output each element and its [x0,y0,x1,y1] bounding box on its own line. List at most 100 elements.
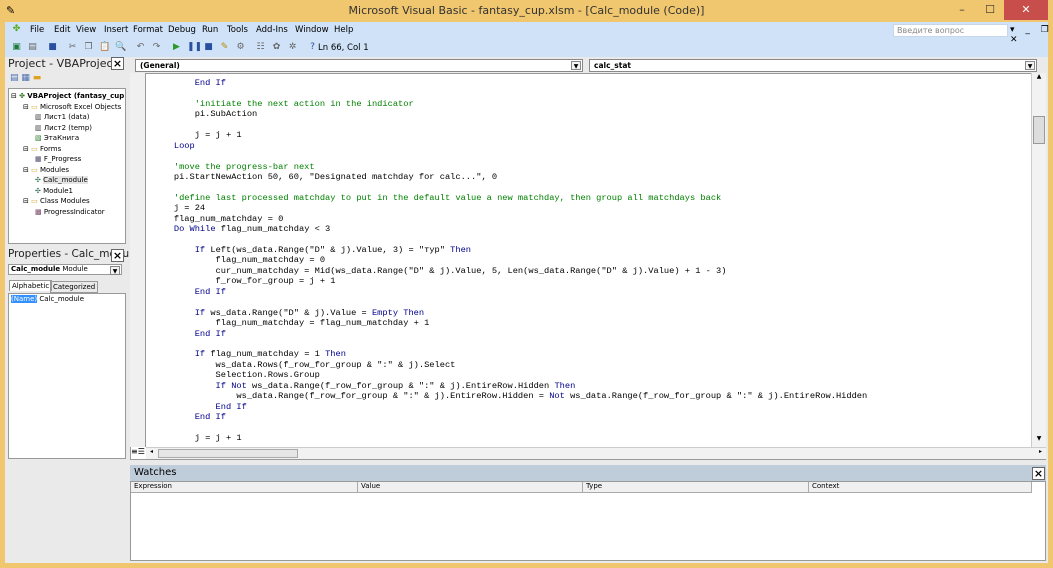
tab-alphabetic[interactable]: Alphabetic [9,280,53,291]
properties-object-select[interactable]: Calc_module Module ▼ [8,264,122,275]
menu-tools[interactable]: Tools [227,25,248,35]
menu-edit[interactable]: Edit [54,25,70,35]
property-value[interactable]: Calc_module [39,295,84,303]
code-line[interactable] [153,339,867,349]
redo-icon[interactable]: ↷ [151,42,162,53]
code-line[interactable]: If Not ws_data.Range(f_row_for_group & "… [153,381,867,391]
scroll-up-icon[interactable]: ▲ [1032,73,1046,85]
mdi-window-controls[interactable]: ▾ _ ❐ ✕ [1010,25,1053,45]
menu-window[interactable]: Window [295,25,329,35]
scroll-left-icon[interactable]: ◂ [150,448,153,455]
tree-item[interactable]: ▥ Лист2 (temp) [35,124,92,132]
code-line[interactable]: End If [153,412,867,422]
code-line[interactable]: ws_data.Range(f_row_for_group & ":" & j)… [153,391,867,401]
margin-indicator-bar[interactable] [130,73,146,447]
properties-close-icon[interactable]: × [111,249,124,262]
tree-item[interactable]: ⊟ ▭ Microsoft Excel Objects [23,103,121,111]
code-line[interactable]: 'initiate the next action in the indicat… [153,99,867,109]
menu-insert[interactable]: Insert [104,25,128,35]
column-context[interactable]: Context [809,482,1032,493]
menu-help[interactable]: Help [334,25,353,35]
code-line[interactable]: ws_data.Rows(f_row_for_group & ":" & j).… [153,360,867,370]
code-line[interactable] [153,88,867,98]
toolbox-icon[interactable]: ✲ [287,42,298,53]
project-explorer-icon[interactable]: ⚙ [235,42,246,53]
view-code-icon[interactable]: ▤ [10,73,19,83]
chevron-down-icon[interactable]: ▼ [1025,61,1035,70]
code-line[interactable]: pi.SubAction [153,109,867,119]
menu-debug[interactable]: Debug [168,25,196,35]
tree-item[interactable]: ✣ Calc_module [35,176,88,184]
tree-item[interactable]: ⊟ ✤ VBAProject (fantasy_cup [11,92,124,100]
scroll-down-icon[interactable]: ▼ [1032,435,1046,447]
code-line[interactable]: f_row_for_group = j + 1 [153,276,867,286]
cut-icon[interactable]: ✂ [67,42,78,53]
code-line[interactable]: 'move the progress-bar next [153,162,867,172]
property-row[interactable]: (Name) Calc_module [9,294,125,304]
paste-icon[interactable]: 📋 [99,42,110,53]
procedure-view-icon[interactable]: ≡ [131,447,138,456]
code-editor[interactable]: End If 'initiate the next action in the … [153,78,867,443]
code-line[interactable]: 'define last processed matchday to put i… [153,193,867,203]
ask-question-input[interactable]: Введите вопрос [893,24,1008,37]
collapse-icon[interactable]: ⊟ [23,103,31,111]
code-line[interactable]: End If [153,287,867,297]
tree-item[interactable]: ⊟ ▭ Class Modules [23,197,90,205]
undo-icon[interactable]: ↶ [135,42,146,53]
code-line[interactable]: j = j + 1 [153,433,867,443]
full-module-view-icon[interactable]: ☰ [138,447,145,456]
tree-item[interactable]: ▩ ProgressIndicator [35,208,105,216]
code-line[interactable]: If ws_data.Range("D" & j).Value = Empty … [153,308,867,318]
copy-icon[interactable]: ❐ [83,42,94,53]
code-line[interactable]: flag_num_matchday = 0 [153,214,867,224]
help-icon[interactable]: ? [307,42,318,53]
properties-icon[interactable]: ☷ [255,42,266,53]
design-mode-icon[interactable]: ✎ [219,42,230,53]
toggle-folders-icon[interactable]: ▬ [33,73,42,83]
break-icon[interactable]: ❚❚ [187,42,202,53]
save-icon[interactable]: ■ [47,42,58,53]
code-line[interactable]: Loop [153,141,867,151]
find-icon[interactable]: 🔍 [115,42,126,53]
code-line[interactable] [153,422,867,432]
code-line[interactable]: cur_num_matchday = Mid(ws_data.Range("D"… [153,266,867,276]
code-line[interactable]: If flag_num_matchday = 1 Then [153,349,867,359]
run-icon[interactable]: ▶ [171,42,182,53]
code-line[interactable] [153,120,867,130]
chevron-down-icon[interactable]: ▼ [571,61,581,70]
vba-menu-icon[interactable]: ✤ [11,24,22,35]
watches-list[interactable]: Expression Value Type Context [130,481,1046,561]
scroll-right-icon[interactable]: ▸ [1039,448,1042,455]
menu-view[interactable]: View [76,25,96,35]
project-close-icon[interactable]: × [111,57,124,70]
column-value[interactable]: Value [358,482,583,493]
maximize-button[interactable]: ☐ [976,0,1004,20]
tree-item[interactable]: ✣ Module1 [35,187,73,195]
tree-item[interactable]: ⊟ ▭ Forms [23,145,61,153]
tree-item[interactable]: ▥ Лист1 (data) [35,113,90,121]
code-line[interactable]: End If [153,402,867,412]
collapse-icon[interactable]: ⊟ [23,166,31,174]
menu-format[interactable]: Format [133,25,163,35]
code-line[interactable]: End If [153,329,867,339]
column-expression[interactable]: Expression [131,482,358,493]
menu-run[interactable]: Run [202,25,218,35]
code-line[interactable] [153,182,867,192]
collapse-icon[interactable]: ⊟ [23,197,31,205]
tree-item[interactable]: ▦ F_Progress [35,155,81,163]
code-line[interactable]: End If [153,78,867,88]
minimize-button[interactable]: – [948,0,976,20]
code-line[interactable]: flag_num_matchday = 0 [153,255,867,265]
code-line[interactable] [153,297,867,307]
code-line[interactable]: flag_num_matchday = flag_num_matchday + … [153,318,867,328]
close-button[interactable]: ✕ [1004,0,1048,20]
code-line[interactable]: Do While flag_num_matchday < 3 [153,224,867,234]
menu-file[interactable]: File [30,25,44,35]
object-browser-icon[interactable]: ✿ [271,42,282,53]
code-line[interactable]: Selection.Rows.Group [153,370,867,380]
scrollbar-thumb[interactable] [158,449,298,458]
tree-item[interactable]: ▧ ЭтаКнига [35,134,79,142]
object-dropdown[interactable]: (General) ▼ [135,59,583,72]
collapse-icon[interactable]: ⊟ [23,145,31,153]
vertical-scrollbar[interactable]: ▲ ▼ [1031,73,1046,447]
